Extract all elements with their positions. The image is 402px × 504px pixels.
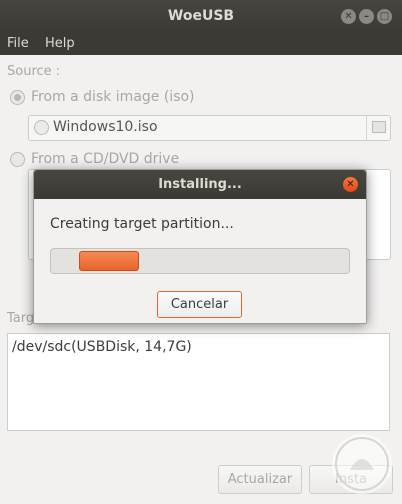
target-label: Targ <box>7 311 35 326</box>
iso-file-name: Windows10.iso <box>53 119 158 135</box>
folder-icon[interactable] <box>372 121 386 133</box>
refresh-button[interactable]: Actualizar <box>218 465 302 494</box>
target-device-item[interactable]: /dev/sdc(USBDisk, 14,7G) <box>12 339 192 355</box>
disc-icon <box>34 120 49 135</box>
maximize-window-icon[interactable]: □ <box>377 9 392 24</box>
chooser-divider <box>366 116 367 140</box>
menu-help[interactable]: Help <box>45 36 75 51</box>
menu-bar: File Help <box>0 33 402 55</box>
cd-dvd-label: From a CD/DVD drive <box>31 151 180 167</box>
target-device-list[interactable]: /dev/sdc(USBDisk, 14,7G) <box>7 333 390 431</box>
dialog-title: Installing... <box>158 177 242 192</box>
minimize-window-icon[interactable]: – <box>359 9 374 24</box>
dialog-status: Creating target partition... <box>50 216 234 232</box>
progress-bar <box>50 248 350 274</box>
cd-dvd-radio[interactable] <box>10 152 25 167</box>
installing-dialog: Installing... ✕ Creating target partitio… <box>33 169 367 324</box>
menu-file[interactable]: File <box>7 36 29 51</box>
window-titlebar: WoeUSB ✕ – □ <box>0 0 402 33</box>
progress-fill <box>79 251 139 271</box>
disk-image-label: From a disk image (iso) <box>31 89 195 105</box>
iso-file-chooser[interactable]: Windows10.iso <box>28 115 391 141</box>
dialog-close-icon[interactable]: ✕ <box>343 177 358 192</box>
watermark-logo <box>332 434 392 494</box>
disk-image-radio[interactable] <box>10 90 25 105</box>
close-window-icon[interactable]: ✕ <box>341 9 356 24</box>
source-label: Source : <box>7 64 61 79</box>
dialog-titlebar: Installing... ✕ <box>34 170 366 199</box>
cancel-button[interactable]: Cancelar <box>157 291 242 318</box>
